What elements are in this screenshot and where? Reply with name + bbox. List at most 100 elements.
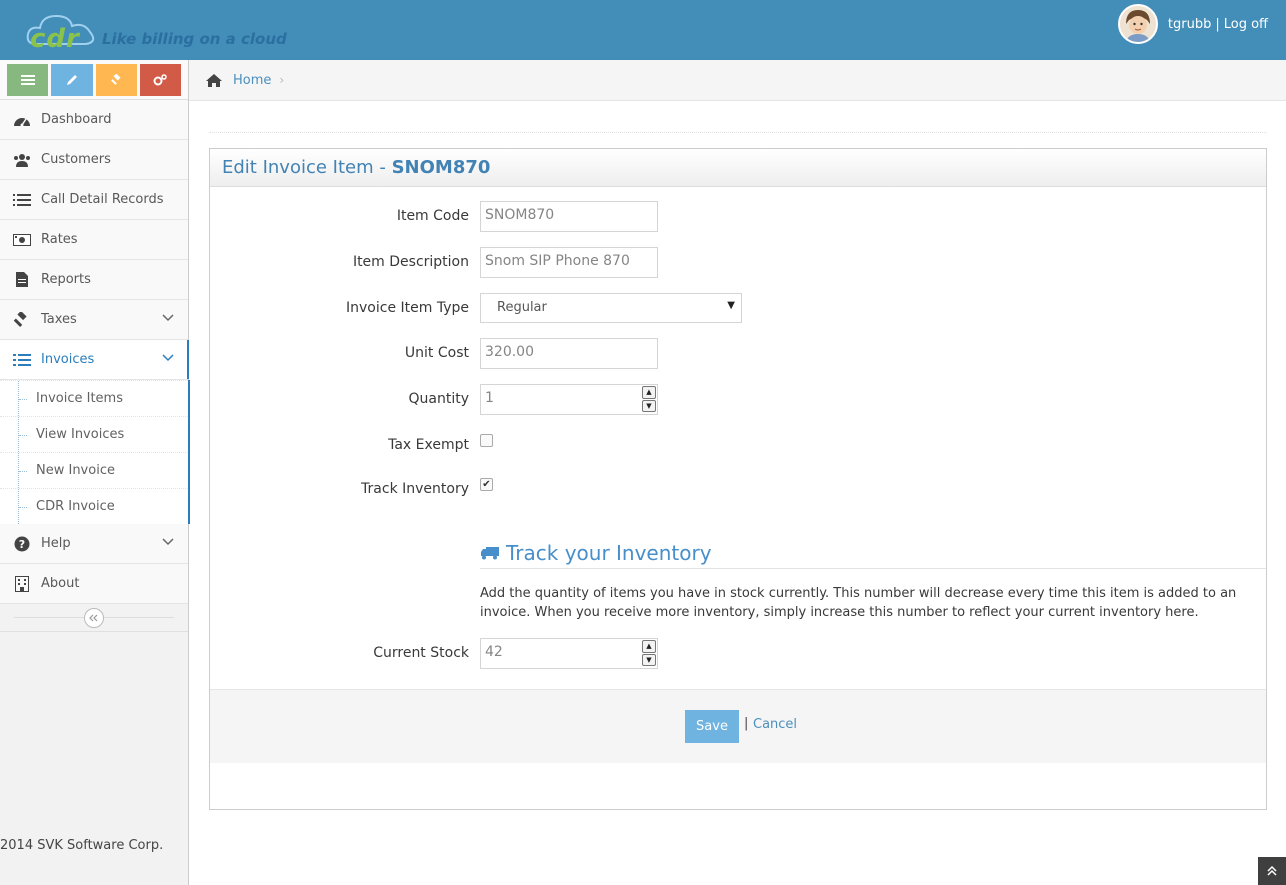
item-description-row: Item Description Snom SIP Phone 870 — [210, 247, 1266, 279]
invoice-item-type-row: Invoice Item Type Regular ▼ — [210, 293, 1266, 325]
track-inventory-label: Track Inventory — [361, 481, 469, 497]
form-actions: Save | Cancel — [210, 689, 1266, 763]
sidebar: Dashboard Customers Call Detail Records … — [0, 60, 190, 885]
footer-copyright: 2014 SVK Software Corp. — [0, 838, 164, 853]
actions-separator: | — [744, 716, 749, 731]
shortcut-settings-button[interactable] — [139, 64, 181, 96]
sidebar-item-label: Invoices — [41, 352, 95, 367]
quantity-stepper[interactable]: 1 ▲ ▼ — [480, 384, 658, 415]
item-code-label: Item Code — [396, 208, 469, 224]
scroll-to-top-button[interactable] — [1258, 857, 1286, 885]
sidebar-collapse-button[interactable] — [84, 608, 104, 628]
unit-cost-input[interactable]: 320.00 — [480, 338, 658, 369]
tax-exempt-checkbox[interactable] — [480, 434, 493, 447]
sidebar-item-reports[interactable]: Reports — [0, 260, 188, 300]
list-icon — [12, 353, 32, 367]
logo[interactable]: cdr Like billing on a cloud — [26, 10, 316, 54]
page-title: Edit Invoice Item - SNOM870 — [222, 157, 490, 178]
current-stock-stepper[interactable]: 42 ▲ ▼ — [480, 638, 658, 669]
shortcut-gavel-button[interactable] — [95, 64, 137, 96]
sidebar-collapse-bar — [0, 604, 188, 632]
spin-up-icon[interactable]: ▲ — [642, 640, 656, 653]
dashboard-icon — [12, 113, 32, 127]
breadcrumb: Home › — [189, 60, 1286, 101]
double-chevron-up-icon — [1267, 866, 1277, 876]
item-code-input[interactable]: SNOM870 — [480, 201, 658, 232]
svg-text:?: ? — [19, 538, 25, 551]
quantity-spinner: ▲ ▼ — [642, 386, 656, 413]
money-icon — [12, 233, 32, 246]
logoff-link[interactable]: Log off — [1224, 17, 1268, 32]
sidebar-item-invoices[interactable]: Invoices — [0, 340, 189, 380]
quantity-row: Quantity 1 ▲ ▼ — [210, 384, 1266, 416]
chevron-down-icon — [162, 538, 174, 546]
spin-up-icon[interactable]: ▲ — [642, 386, 656, 399]
sidebar-item-about[interactable]: About — [0, 564, 188, 604]
list-ol-icon — [12, 193, 32, 207]
submenu-item-label: New Invoice — [36, 463, 115, 478]
submenu-item-invoice-items[interactable]: Invoice Items — [0, 380, 188, 416]
quantity-label: Quantity — [408, 391, 470, 407]
current-stock-label: Current Stock — [373, 645, 469, 661]
spin-down-icon[interactable]: ▼ — [642, 653, 656, 666]
avatar[interactable] — [1117, 4, 1158, 44]
chevron-down-icon — [162, 354, 174, 362]
user-separator: | — [1215, 16, 1220, 32]
top-navbar: cdr Like billing on a cloud tgrubb | Log… — [0, 0, 1286, 60]
gavel-icon — [111, 74, 121, 85]
track-inventory-checkbox[interactable]: ✔ — [480, 478, 493, 491]
sidebar-item-taxes[interactable]: Taxes — [0, 300, 188, 340]
shortcut-edit-button[interactable] — [51, 64, 93, 96]
sidebar-item-customers[interactable]: Customers — [0, 140, 188, 180]
sidebar-item-help[interactable]: ? Help — [0, 524, 188, 564]
track-inventory-row: Track Inventory ✔ — [210, 474, 1266, 506]
cogs-icon — [153, 74, 168, 86]
edit-invoice-item-widget: Edit Invoice Item - SNOM870 Item Code SN… — [209, 148, 1267, 810]
logo-tagline: Like billing on a cloud — [102, 30, 287, 48]
item-description-label: Item Description — [352, 254, 469, 270]
item-description-input[interactable]: Snom SIP Phone 870 — [480, 247, 658, 278]
track-inventory-description: Add the quantity of items you have in st… — [480, 586, 1237, 620]
breadcrumb-home-link[interactable]: Home — [233, 73, 271, 88]
sidebar-item-rates[interactable]: Rates — [0, 220, 188, 260]
user-avatar-icon — [1119, 6, 1156, 42]
sidebar-item-label: Call Detail Records — [41, 192, 164, 207]
track-inventory-title: Track your Inventory — [506, 540, 712, 565]
item-code-row: Item Code SNOM870 — [210, 201, 1266, 233]
page-header-divider — [209, 132, 1267, 133]
users-icon — [12, 153, 32, 167]
sidebar-item-label: Dashboard — [41, 112, 112, 127]
quantity-value: 1 — [485, 390, 494, 406]
user-menu: tgrubb | Log off — [1117, 4, 1268, 44]
truck-icon — [481, 546, 499, 559]
shortcut-list-button[interactable] — [7, 64, 49, 96]
save-button[interactable]: Save — [685, 710, 739, 743]
logo-text: cdr — [30, 24, 80, 54]
username: tgrubb — [1167, 16, 1212, 32]
cancel-link[interactable]: Cancel — [753, 717, 797, 732]
home-icon — [206, 73, 222, 87]
track-inventory-header: Track your Inventory — [480, 537, 1266, 569]
sidebar-item-call-detail-records[interactable]: Call Detail Records — [0, 180, 188, 220]
sidebar-item-label: Taxes — [41, 312, 77, 327]
invoice-item-type-label: Invoice Item Type — [346, 300, 469, 316]
invoice-item-type-select[interactable]: Regular ▼ — [480, 293, 742, 323]
caret-down-icon: ▼ — [727, 300, 735, 311]
spin-down-icon[interactable]: ▼ — [642, 399, 656, 412]
current-stock-spinner: ▲ ▼ — [642, 640, 656, 667]
question-circle-icon: ? — [12, 536, 32, 552]
submenu-item-cdr-invoice[interactable]: CDR Invoice — [0, 488, 188, 524]
building-icon — [12, 575, 32, 592]
sidebar-item-dashboard[interactable]: Dashboard — [0, 100, 188, 140]
submenu-item-new-invoice[interactable]: New Invoice — [0, 452, 188, 488]
gavel-icon — [12, 311, 32, 328]
widget-header: Edit Invoice Item - SNOM870 — [210, 149, 1266, 187]
current-stock-value: 42 — [485, 644, 503, 660]
submenu-item-view-invoices[interactable]: View Invoices — [0, 416, 188, 452]
pencil-icon — [66, 75, 77, 85]
current-stock-row: Current Stock 42 ▲ ▼ — [210, 638, 1266, 670]
double-chevron-left-icon — [89, 614, 98, 622]
list-icon — [20, 75, 35, 85]
title-prefix: Edit Invoice Item - — [222, 157, 392, 178]
file-text-icon — [12, 272, 32, 287]
